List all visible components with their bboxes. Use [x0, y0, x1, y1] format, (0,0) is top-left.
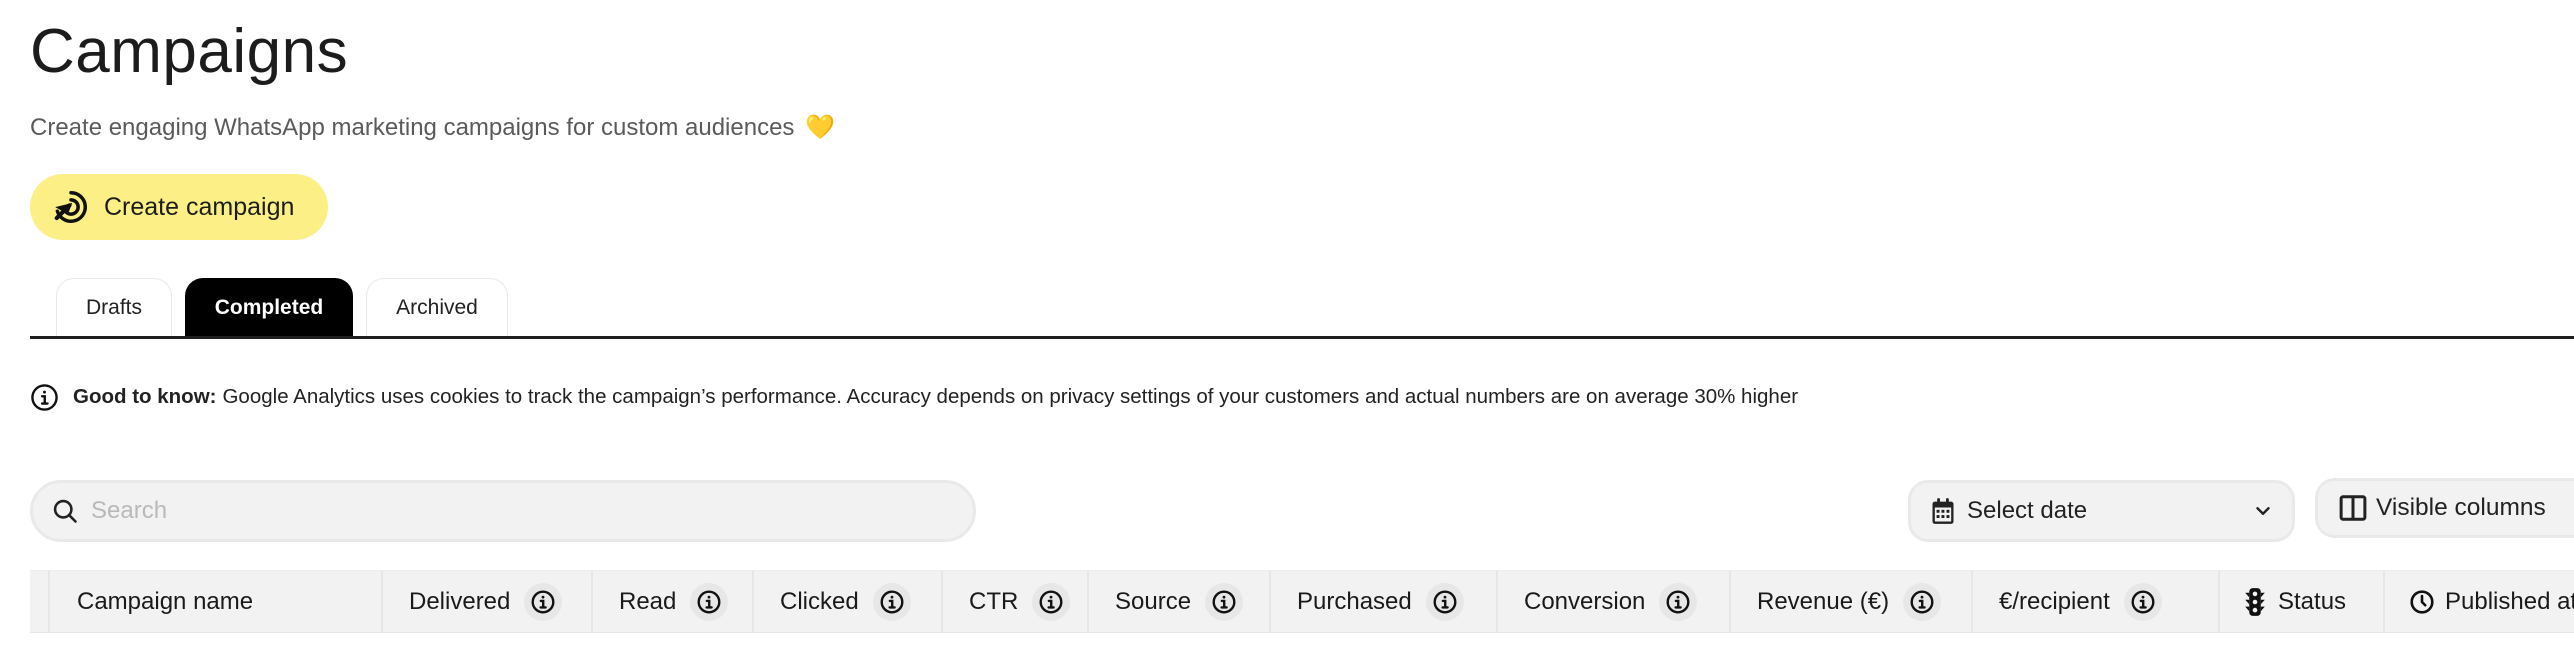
column-header-read[interactable]: Read: [591, 571, 752, 632]
tab-archived[interactable]: Archived: [366, 278, 508, 337]
chevron-down-icon: [2256, 507, 2270, 515]
info-icon[interactable]: [2123, 582, 2162, 621]
info-icon[interactable]: [1032, 582, 1071, 621]
column-header-published-at[interactable]: Published at: [2383, 571, 2574, 632]
tabs-divider: [30, 336, 2574, 339]
info-icon[interactable]: [872, 582, 911, 621]
search-icon: [53, 499, 77, 523]
good-to-know-note: Good to know: Google Analytics uses cook…: [30, 380, 1798, 414]
column-header-clicked[interactable]: Clicked: [752, 571, 941, 632]
date-select[interactable]: Select date: [1908, 480, 2295, 542]
tab-completed[interactable]: Completed: [185, 278, 353, 337]
clock-icon: [2410, 589, 2434, 614]
column-label: Clicked: [780, 587, 859, 615]
info-icon[interactable]: [524, 582, 563, 621]
note-text: Google Analytics uses cookies to track t…: [222, 385, 1799, 408]
info-icon[interactable]: [690, 582, 729, 621]
columns-icon: [2339, 495, 2367, 521]
info-icon[interactable]: [1903, 582, 1942, 621]
column-label: Published at: [2445, 587, 2574, 615]
search-box[interactable]: [30, 480, 976, 542]
traffic-light-icon: [2245, 587, 2265, 616]
note-label: Good to know:: [73, 385, 217, 408]
tab-archived-label: Archived: [396, 296, 478, 319]
info-icon[interactable]: [1425, 582, 1464, 621]
select-column-header[interactable]: [30, 571, 48, 632]
column-label: Campaign name: [77, 587, 254, 615]
campaign-tabs: Drafts Completed Archived: [30, 278, 2574, 340]
column-label: Delivered: [409, 587, 511, 615]
column-label: Read: [619, 587, 677, 615]
column-header-status[interactable]: Status: [2218, 571, 2383, 632]
column-header-purchased[interactable]: Purchased: [1269, 571, 1496, 632]
column-label: Source: [1115, 587, 1192, 615]
yellow-heart-icon: 💛: [805, 114, 835, 141]
date-select-label: Select date: [1967, 497, 2088, 524]
info-icon[interactable]: [1659, 582, 1698, 621]
page-title: Campaigns: [30, 17, 349, 86]
column-header-ctr[interactable]: CTR: [941, 571, 1087, 632]
table-header: Campaign name Delivered Read Clicked CTR…: [30, 570, 2574, 633]
column-header-source[interactable]: Source: [1087, 571, 1269, 632]
target-cursor-icon: [54, 191, 87, 223]
column-header-delivered[interactable]: Delivered: [381, 571, 591, 632]
tab-drafts-label: Drafts: [85, 296, 142, 319]
column-label: CTR: [969, 587, 1019, 615]
visible-columns-label: Visible columns: [2376, 494, 2546, 521]
column-label: Purchased: [1297, 587, 1412, 615]
tab-drafts[interactable]: Drafts: [56, 278, 172, 337]
create-campaign-button[interactable]: Create campaign: [30, 174, 328, 240]
column-label: €/recipient: [1999, 587, 2110, 615]
create-campaign-label: Create campaign: [104, 192, 295, 221]
subtitle-text: Create engaging WhatsApp marketing campa…: [30, 114, 795, 141]
column-label: Revenue (€): [1757, 587, 1890, 615]
column-header-per-recipient[interactable]: €/recipient: [1971, 571, 2218, 632]
column-header-campaign-name[interactable]: Campaign name: [48, 571, 381, 632]
column-header-conversion[interactable]: Conversion: [1496, 571, 1729, 632]
info-icon[interactable]: [1205, 582, 1244, 621]
column-label: Conversion: [1524, 587, 1646, 615]
search-input[interactable]: [89, 496, 953, 526]
tab-completed-label: Completed: [214, 296, 324, 319]
visible-columns-button[interactable]: Visible columns: [2315, 478, 2574, 538]
info-icon: [31, 383, 58, 411]
calendar-icon: [1932, 498, 1954, 524]
column-label: Status: [2278, 587, 2347, 615]
column-header-revenue[interactable]: Revenue (€): [1729, 571, 1971, 632]
page-subtitle: Create engaging WhatsApp marketing campa…: [30, 112, 835, 144]
